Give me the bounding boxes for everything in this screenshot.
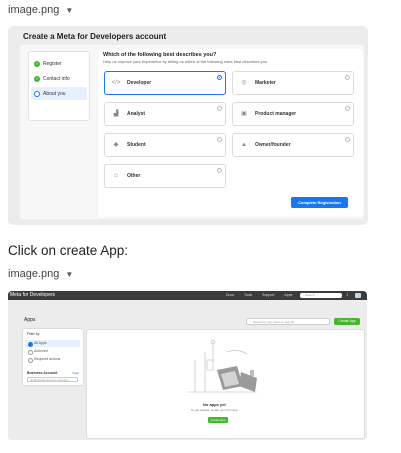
- empty-state-subtitle: To get started, create your first app.: [191, 408, 239, 412]
- top-search-input[interactable]: Search: [300, 293, 342, 298]
- option-developer[interactable]: </> Developer: [104, 71, 226, 95]
- create-app-button-center[interactable]: Create App: [208, 417, 228, 423]
- step-label: About you: [43, 90, 66, 97]
- question-subtitle: Help us improve your experience by telli…: [103, 59, 269, 64]
- chart-icon: ▟: [113, 111, 119, 117]
- screenshot-apps-page: Meta for Developers Docs Tools Support A…: [8, 291, 367, 440]
- nav-tools[interactable]: Tools: [244, 293, 252, 297]
- radio-icon[interactable]: [345, 75, 350, 80]
- screenshot-create-account: Create a Meta for Developers account ✓ R…: [8, 26, 368, 225]
- radio-icon[interactable]: [217, 106, 222, 111]
- step-label: Register: [43, 60, 62, 67]
- radio-icon[interactable]: [345, 106, 350, 111]
- nav-support[interactable]: Support: [262, 293, 274, 297]
- nav-docs[interactable]: Docs: [226, 293, 234, 297]
- step-label: Contact info: [43, 75, 70, 82]
- option-label: Student: [127, 142, 146, 148]
- clear-link[interactable]: Clear: [72, 371, 79, 375]
- person-icon: ☺: [112, 173, 120, 179]
- empty-state-title: No apps yet: [203, 402, 226, 407]
- option-analyst[interactable]: ▟ Analyst: [104, 102, 226, 126]
- top-navbar: Meta for Developers Docs Tools Support A…: [8, 291, 367, 300]
- filter-all-apps[interactable]: All Apps: [25, 340, 80, 347]
- dialog-title: Create a Meta for Developers account: [23, 32, 167, 41]
- question-title: Which of the following best describes yo…: [103, 52, 217, 58]
- current-step-icon: [34, 90, 40, 97]
- option-label: Other: [127, 173, 141, 179]
- step-about-you[interactable]: About you: [31, 87, 87, 100]
- avatar[interactable]: [355, 293, 361, 298]
- page-title: Apps: [24, 317, 36, 323]
- create-app-button[interactable]: Create App: [334, 318, 360, 325]
- radio-icon[interactable]: [217, 137, 222, 142]
- option-marketer[interactable]: ◎ Marketer: [232, 71, 354, 95]
- step-register[interactable]: ✓ Register: [31, 57, 87, 70]
- radio-icon[interactable]: [345, 137, 350, 142]
- radio-selected-icon[interactable]: [217, 75, 222, 80]
- check-icon: ✓: [34, 60, 40, 67]
- nav-apps[interactable]: Apps: [284, 293, 292, 297]
- filter-heading: Filter by: [27, 332, 40, 336]
- image-caption-1[interactable]: image.png ▼: [8, 4, 73, 16]
- option-product-manager[interactable]: ▣ Product manager: [232, 102, 354, 126]
- filename-label: image.png: [8, 268, 60, 280]
- triangle-down-icon[interactable]: ▼: [65, 270, 73, 279]
- business-account-dropdown[interactable]: No Business Account selected: [27, 377, 78, 382]
- complete-registration-button[interactable]: Complete Registration: [291, 197, 348, 208]
- option-label: Analyst: [127, 111, 146, 117]
- filter-archived[interactable]: Archived: [25, 348, 80, 355]
- option-owner-founder[interactable]: ▲ Owner/founder: [232, 133, 354, 157]
- business-account-label: Business Account: [27, 371, 58, 375]
- option-label: Marketer: [255, 80, 276, 86]
- radio-icon[interactable]: [217, 168, 222, 173]
- apps-search-input[interactable]: Search by app name or app ID: [246, 318, 330, 325]
- filter-panel: Filter by All Apps Archived Required act…: [22, 328, 84, 386]
- option-student[interactable]: ◆ Student: [104, 133, 226, 157]
- option-label: Owner/founder: [255, 142, 291, 148]
- filename-label: image.png: [8, 4, 60, 16]
- target-icon: ◎: [241, 80, 247, 86]
- brand-logo[interactable]: Meta for Developers: [10, 292, 55, 298]
- graduation-cap-icon: ◆: [113, 142, 119, 148]
- bell-icon[interactable]: ♪: [346, 292, 349, 298]
- step-contact-info[interactable]: ✓ Contact info: [31, 72, 87, 85]
- steps-panel: ✓ Register ✓ Contact info About you: [28, 51, 90, 121]
- briefcase-icon: ▣: [241, 111, 247, 117]
- triangle-down-icon[interactable]: ▼: [65, 6, 73, 15]
- option-label: Product manager: [255, 111, 297, 117]
- option-label: Developer: [127, 80, 152, 86]
- code-icon: </>: [111, 80, 121, 86]
- image-caption-2[interactable]: image.png ▼: [8, 268, 73, 280]
- top-nav: Docs Tools Support Apps: [226, 293, 292, 297]
- option-other[interactable]: ☺ Other: [104, 164, 226, 188]
- check-icon: ✓: [34, 75, 40, 82]
- instruction-text: Click on create App:: [8, 243, 129, 258]
- filter-required-actions[interactable]: Required actions: [25, 356, 80, 363]
- building-icon: ▲: [241, 142, 247, 148]
